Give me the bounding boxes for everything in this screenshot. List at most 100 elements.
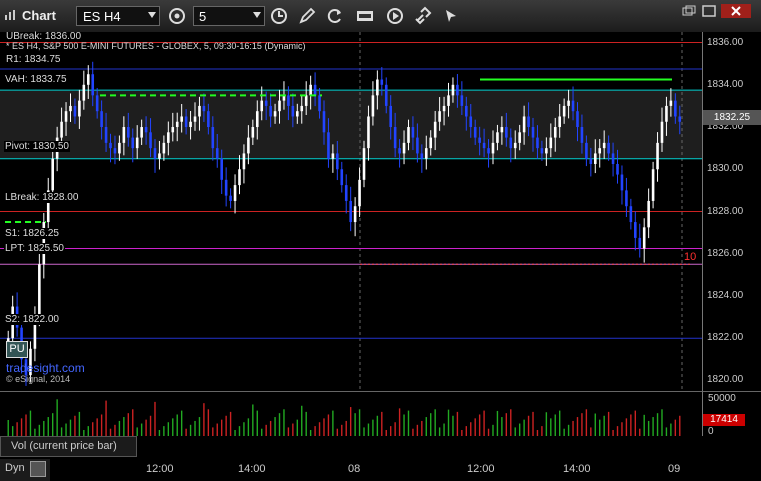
time-tick: 12:00 (146, 463, 174, 475)
interval-menu-icon[interactable] (166, 6, 188, 26)
title-bar: Chart ES H4 5 (0, 0, 761, 33)
dynamic-mode-label: Dyn (5, 462, 25, 474)
candle-body (665, 105, 668, 122)
candle-body (678, 116, 682, 122)
candle-body (202, 105, 206, 112)
candle-body (500, 127, 504, 133)
candle-body (536, 137, 539, 149)
draw-pencil-icon[interactable] (296, 6, 318, 26)
interval-value: 5 (199, 9, 207, 24)
s2-label: S2: 1822.00 (4, 314, 60, 325)
link-icon[interactable] (412, 6, 434, 26)
chevron-down-icon[interactable] (253, 12, 261, 18)
time-tick: 09 (668, 463, 681, 475)
candle-body (340, 169, 344, 186)
candle-body (113, 148, 117, 154)
candle-body (598, 148, 602, 154)
candle-body (447, 95, 450, 106)
candle-body (238, 169, 241, 186)
candle-body (607, 142, 610, 154)
volume-pane[interactable] (0, 391, 702, 436)
candle-body (402, 142, 406, 154)
candle-body (491, 142, 495, 154)
candle-body (429, 137, 433, 149)
candle-body (184, 116, 188, 128)
symbol-input[interactable]: ES H4 (76, 6, 160, 26)
candle-body (531, 127, 535, 138)
candle-body (473, 127, 477, 138)
candle-body (135, 137, 139, 149)
candle-body (149, 132, 152, 149)
candle-body (460, 95, 464, 106)
candle-body (380, 79, 384, 85)
cursor-settings-icon[interactable] (440, 6, 462, 26)
candle-body (127, 127, 130, 138)
candle-body (251, 127, 255, 138)
candle-body (180, 116, 183, 122)
candle-body (562, 105, 566, 117)
dynamic-mode[interactable]: Dyn (0, 459, 50, 481)
maximize-icon[interactable] (700, 4, 718, 18)
refresh-icon[interactable] (324, 6, 346, 26)
candle-body (318, 95, 321, 112)
candle-body (260, 100, 264, 112)
restore-icon[interactable] (680, 4, 698, 18)
candle-body (144, 127, 148, 133)
candle-body (60, 121, 63, 138)
watermark: tradesight.com (6, 361, 85, 375)
candle-body (522, 116, 526, 133)
studies-icon[interactable] (354, 6, 376, 26)
price-plot (0, 32, 702, 391)
candle-body (585, 142, 588, 159)
candle-body (118, 142, 121, 154)
candle-body (220, 158, 223, 180)
candle-body (482, 142, 486, 149)
interval-input[interactable]: 5 (193, 6, 265, 26)
candle-body (95, 95, 99, 112)
candle-body (540, 148, 544, 154)
price-chart[interactable] (0, 32, 702, 391)
price-tick: 1836.00 (707, 36, 744, 48)
candle-body (398, 148, 401, 154)
candle-body (576, 111, 579, 128)
candle-body (389, 105, 392, 128)
candle-body (376, 79, 379, 96)
candle-body (367, 116, 370, 149)
candle-body (273, 111, 277, 117)
volume-current-tag: 17414 (703, 414, 745, 426)
candle-body (109, 142, 112, 149)
pivot-label: Pivot: 1830.50 (4, 141, 70, 152)
candle-body (82, 84, 86, 101)
price-tick: 1828.00 (707, 205, 744, 217)
candle-body (51, 158, 54, 191)
candle-body (393, 127, 397, 149)
candle-body (122, 127, 126, 143)
candle-body (100, 111, 103, 128)
candle-body (456, 84, 459, 96)
candle-body (78, 100, 81, 117)
cursor-clock-icon[interactable] (268, 6, 290, 26)
candle-body (469, 116, 473, 128)
candle-body (420, 153, 424, 159)
volume-study-label[interactable]: Vol (current price bar) (0, 436, 137, 457)
candle-body (344, 185, 348, 201)
candle-body (411, 127, 415, 138)
candle-body (269, 105, 272, 117)
lbreak-label: LBreak: 1828.00 (4, 192, 80, 203)
chart-window-icon (5, 10, 15, 20)
candle-body (313, 84, 317, 96)
candle-body (496, 132, 499, 143)
candle-body (304, 95, 308, 106)
candle-body (442, 105, 446, 112)
candle-body (518, 132, 521, 143)
chevron-down-icon[interactable] (148, 12, 156, 18)
pu-badge[interactable]: PU (6, 341, 28, 358)
lock-icon[interactable] (30, 461, 46, 477)
candle-body (64, 111, 68, 122)
close-icon[interactable] (721, 4, 751, 18)
candle-body (264, 100, 268, 106)
time-tick: 14:00 (563, 463, 591, 475)
candle-body (505, 127, 508, 138)
play-icon[interactable] (384, 6, 406, 26)
candle-body (207, 111, 210, 128)
